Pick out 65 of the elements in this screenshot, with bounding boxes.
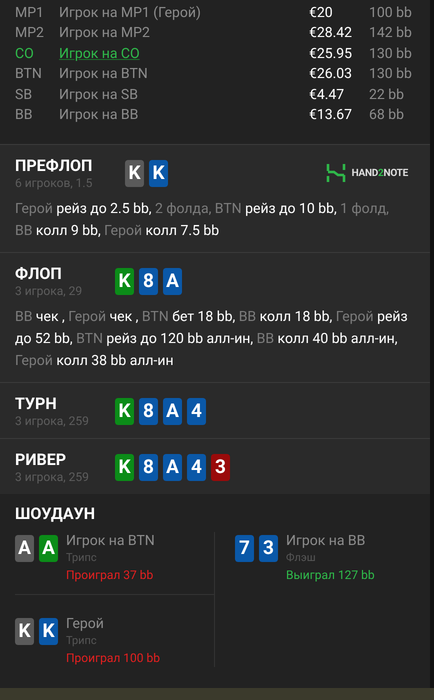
hand-result: Проиграл 37 bb [66,567,154,584]
position-label: SB [15,86,34,105]
stack-bb: 22 bb [369,86,405,105]
player-row[interactable]: MP1 Игрок на MP1 (Герой) €20 100 bb [15,3,415,24]
street-title: ТУРН [15,394,58,414]
logo-icon [326,163,346,183]
stack-amount: €26.03 [309,65,354,84]
hand-result: Проиграл 100 bb [66,650,160,667]
street-title: ПРЕФЛОП [15,156,94,176]
street-title: ФЛОП [15,264,63,284]
player-row[interactable]: MP2 Игрок на MP2 €28.42 142 bb [15,24,415,44]
action-log: BB чек , Герой чек , BTN бет 18 bb, BB колл 18 bb, Герой рейз до 52 bb, BTN рейз до 120 bb алл-ин, BB колл 40 bb алл-ин, Герой колл 38 bb алл-ин [15,308,408,371]
playing-card: K [39,618,58,645]
player-name: Игрок на SB [59,86,139,105]
position-label: BTN [15,65,43,84]
playing-card: K [15,618,34,645]
showdown-player: Игрок на BTN [66,532,155,550]
playing-card: 4 [187,454,206,480]
playing-card: A [163,398,182,424]
player-row[interactable]: SB Игрок на SB €4.47 22 bb [15,85,415,106]
player-name: Игрок на BB [59,106,140,126]
player-name: Игрок на CO [59,44,141,64]
playing-card: 8 [139,398,158,424]
playing-card: A [39,535,58,562]
playing-card: 8 [139,268,158,294]
playing-card: 4 [187,398,206,424]
playing-card: 7 [235,535,254,562]
stack-bb: 100 bb [369,4,413,23]
showdown-title: ШОУДАУН [15,504,96,524]
position-label: MP1 [15,4,45,23]
playing-card: K [149,160,168,186]
stack-amount: €28.42 [309,24,354,44]
stack-amount: €4.47 [309,86,346,105]
player-name: Игрок на BTN [59,65,149,84]
stack-amount: €20 [309,4,334,23]
stack-bb: 68 bb [369,106,405,126]
playing-card: 3 [211,454,230,480]
action-log: Герой рейз до 2.5 bb, 2 фолда, BTN рейз до 10 bb, 1 фолд, BB колл 9 bb, Герой колл 7.5 bb [15,200,390,241]
playing-card: A [163,268,182,294]
position-label: CO [15,44,35,64]
logo: HAND2NOTE [326,163,408,183]
playing-card: 3 [259,535,278,562]
playing-card: A [15,535,34,562]
player-row[interactable]: CO Игрок на CO €25.95 130 bb [15,44,415,64]
playing-card: K [115,268,134,294]
player-row[interactable]: BTN Игрок на BTN €26.03 130 bb [15,64,415,85]
playing-card: 8 [139,454,158,480]
playing-card: A [163,454,182,480]
playing-card: K [115,454,134,480]
showdown-player: Герой [66,615,105,633]
playing-card: K [125,160,144,186]
position-label: BB [15,106,34,126]
player-row[interactable]: BB Игрок на BB €13.67 68 bb [15,106,415,126]
stack-bb: 130 bb [369,65,413,84]
stack-amount: €13.67 [309,106,354,126]
showdown-player: Игрок на BB [286,532,366,550]
hand-result: Выиграл 127 bb [286,567,375,584]
street-title: РИВЕР [15,450,68,470]
player-name: Игрок на MP2 [59,24,151,44]
position-label: MP2 [15,24,45,44]
stack-bb: 130 bb [369,44,413,64]
stack-bb: 142 bb [369,24,413,44]
player-name: Игрок на MP1 (Герой) [59,4,202,23]
playing-card: K [115,398,134,424]
stack-amount: €25.95 [309,44,354,64]
